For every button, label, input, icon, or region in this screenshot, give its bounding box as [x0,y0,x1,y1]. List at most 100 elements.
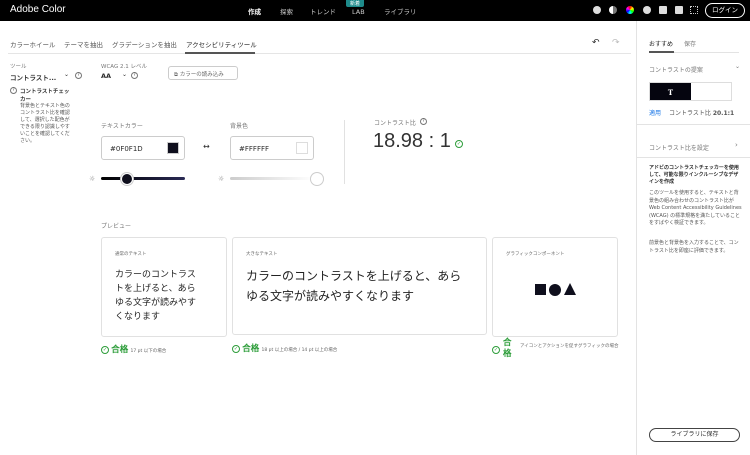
bg-brightness-slider[interactable] [230,177,314,180]
tab-divider [8,53,631,54]
wcag-label: WCAG 2.1 レベル [101,64,147,70]
result-note: アイコンとアクションを促すグラフィックの場合 [520,344,619,349]
bg-color-label: 背景色 [230,123,249,130]
contrast-label: コントラスト比 [374,120,416,127]
pass-label: 合格 [111,345,129,355]
nav-library[interactable]: ライブラリ [384,6,417,16]
info-icon[interactable]: ? [131,72,138,79]
text-color-value: #0F0F1D [110,145,143,153]
bookmark-icon[interactable] [659,6,667,14]
info-icon[interactable]: ? [75,72,82,79]
check-icon: ✓ [101,346,109,354]
login-button[interactable]: ログイン [705,3,745,18]
card-title: 通常のテキスト [115,252,147,257]
redo-icon[interactable]: ↷ [612,38,620,48]
ratio-label: コントラスト比 [669,110,711,117]
tab-accessibility[interactable]: アクセシビリティツール [186,39,257,49]
promo-title: アドビのコントラストチェッカーを使用して、可能な限りインクルーシブなデザインを作… [649,165,739,185]
swap-icon[interactable]: ↔ [203,142,210,151]
info-icon[interactable]: ? [420,118,427,125]
divider [637,124,750,125]
nav-explore[interactable]: 探索 [280,6,293,16]
sample-text: カラーのコントラストを上げると、あらゆる文字が読みやすくなります [246,269,462,303]
preview-label: プレビュー [101,223,132,230]
apps-grid-icon[interactable] [690,6,698,14]
check-icon: ✓ [455,140,463,148]
import-colors-button[interactable]: ⧉ カラーの読み込み [168,66,238,80]
result-large: ✓ 合格 18 pt 以上の場合 / 14 pt 以上の場合 [232,342,337,354]
triangle-icon [564,283,576,295]
apply-link[interactable]: 適用 [649,108,661,117]
set-ratio-link[interactable]: コントラスト比を設定 [649,143,709,152]
chevron-down-icon[interactable]: ⌄ [122,71,127,78]
preview-card-large: 大きなテキスト カラーのコントラストを上げると、あらゆる文字が読みやすくなります [232,237,487,335]
contrast-icon[interactable] [609,6,617,14]
nav-create[interactable]: 作成 [248,6,261,16]
new-badge: 新着 [346,0,365,7]
text-brightness-slider[interactable] [101,177,185,180]
tool-select[interactable]: コントラスト... [10,72,56,82]
tab-extract-theme[interactable]: テーマを抽出 [64,39,103,49]
checker-title: コントラストチェッカー [20,89,70,103]
result-note: 17 pt 以下の場合 [130,349,167,354]
pass-label: 合格 [242,344,260,354]
divider [344,120,345,184]
save-to-library-button[interactable]: ライブラリに保存 [649,428,740,442]
check-icon: ✓ [492,346,500,354]
help-icon[interactable] [643,6,651,14]
pass-label: 合格 [503,338,512,359]
bg-color-value: #FFFFFF [239,145,270,153]
top-bar: Adobe Color 作成 探索 トレンド 新着 LAB ライブラリ ログイン [0,0,750,21]
preview-card-normal: 通常のテキスト カラーのコントラストを上げると、あらゆる文字が読みやすくなります [101,237,227,337]
card-title: 大きなテキスト [246,252,278,257]
text-color-swatch[interactable] [167,142,179,154]
tab-recommended[interactable]: おすすめ [649,39,673,48]
sample-text: カラーのコントラストを上げると、あらゆる文字が読みやすくなります [115,270,197,322]
slider-handle[interactable] [121,173,133,185]
chat-icon[interactable] [675,6,683,14]
import-label: カラーの読み込み [179,72,224,78]
tab-saved[interactable]: 保存 [684,39,696,48]
promo-text: このツールを使用すると、テキストと背景色の組み合わせのコントラスト比が Web … [649,190,742,226]
circle-icon [549,284,561,296]
nav-trends[interactable]: トレンド [310,6,336,16]
tab-extract-gradient[interactable]: グラデーションを抽出 [112,39,177,49]
info-icon: ? [10,87,17,94]
slider-handle[interactable] [311,173,323,185]
text-color-input[interactable]: #0F0F1D [101,136,185,160]
text-color-label: テキストカラー [101,123,143,130]
chevron-down-icon[interactable]: ⌄ [735,63,740,70]
bg-color-input[interactable]: #FFFFFF [230,136,314,160]
tool-label: ツール [10,64,27,70]
chevron-down-icon[interactable]: ⌄ [64,71,69,78]
right-panel: おすすめ 保存 コントラストの提案 ⌄ T 適用 コントラスト比 20.1:1 … [636,21,750,455]
brightness-icon: ☼ [89,175,96,183]
suggestion-ratio: コントラスト比 20.1:1 [669,108,734,117]
result-note: 18 pt 以上の場合 / 14 pt 以上の場合 [261,348,338,353]
contrast-ratio: 18.98 : 1 [373,130,451,152]
chevron-right-icon[interactable]: › [735,141,738,149]
checker-description: 背景色とテキスト色のコントラスト比を確認して、選択した配色ができる限り認識しやす… [20,103,70,144]
tab-color-wheel[interactable]: カラーホイール [10,39,56,49]
nav-lab[interactable]: LAB [352,8,365,16]
square-icon [535,284,546,295]
brightness-icon: ☼ [218,175,225,183]
bg-color-swatch[interactable] [296,142,308,154]
card-title: グラフィックコンポーネント [506,252,565,257]
tab-active-indicator [185,52,255,54]
sample-letter: T [650,83,691,100]
divider [637,157,750,158]
wcag-select[interactable]: AA [101,72,111,80]
result-normal: ✓ 合格 17 pt 以下の場合 [101,343,166,355]
preview-card-graphic: グラフィックコンポーネント [492,237,618,337]
tab-active-indicator [649,51,674,53]
check-icon: ✓ [232,345,240,353]
promo-text: 前景色と背景色を入力することで、コントラスト比を即座に評価できます。 [649,240,739,254]
app-logo[interactable]: Adobe Color [10,4,66,15]
ratio-value: 20.1:1 [712,110,735,117]
suggestion-swatch[interactable]: T [649,82,732,101]
suggestions-header[interactable]: コントラストの提案 [649,65,703,74]
color-wheel-icon[interactable] [626,6,634,14]
settings-icon[interactable] [593,6,601,14]
undo-icon[interactable]: ↶ [592,38,600,48]
